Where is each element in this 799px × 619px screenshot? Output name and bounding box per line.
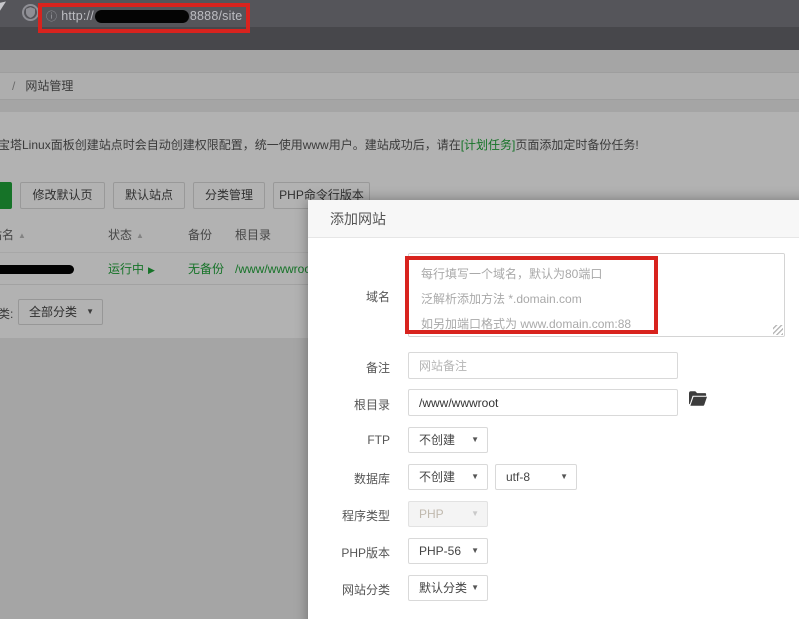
modal-title: 添加网站 [308, 200, 799, 238]
ftp-label: FTP [308, 433, 390, 447]
folder-icon [689, 391, 707, 406]
note-label: 备注 [308, 359, 390, 376]
domain-textarea[interactable] [408, 253, 785, 337]
database-label: 数据库 [308, 470, 390, 487]
php-version-label: PHP版本 [308, 544, 390, 561]
php-version-select[interactable]: PHP-56 ▼ [408, 538, 488, 564]
site-category-value: 默认分类 [419, 581, 467, 595]
database-select[interactable]: 不创建 ▼ [408, 464, 488, 490]
charset-select[interactable]: utf-8 ▼ [495, 464, 577, 490]
shield-icon[interactable] [22, 4, 39, 21]
database-value: 不创建 [419, 470, 455, 484]
php-version-value: PHP-56 [419, 544, 461, 558]
ftp-select[interactable]: 不创建 ▼ [408, 427, 488, 453]
root-label: 根目录 [308, 396, 390, 413]
url-suffix: 8888/site [190, 9, 243, 23]
charset-value: utf-8 [506, 470, 530, 484]
chevron-down-icon: ▼ [560, 465, 568, 489]
site-category-select[interactable]: 默认分类 ▼ [408, 575, 488, 601]
chevron-down-icon: ▼ [471, 539, 479, 563]
chevron-down-icon: ▼ [471, 428, 479, 452]
browse-folder-button[interactable] [688, 391, 708, 409]
chevron-down-icon: ▼ [471, 576, 479, 600]
site-category-label: 网站分类 [308, 581, 390, 598]
info-icon: ⓘ [46, 8, 57, 24]
root-path-input[interactable] [408, 389, 678, 416]
add-website-modal: 添加网站 域名 备注 根目录 FTP 不创建 ▼ 数据库 不创建 ▼ utf-8… [308, 200, 799, 619]
chevron-down-icon: ▼ [471, 502, 479, 526]
program-type-value: PHP [419, 507, 444, 521]
ftp-value: 不创建 [419, 433, 455, 447]
note-input[interactable] [408, 352, 678, 379]
program-type-label: 程序类型 [308, 507, 390, 524]
program-type-select: PHP ▼ [408, 501, 488, 527]
address-bar[interactable]: ⓘ http:// 8888/site [46, 8, 242, 24]
chevron-down-icon: ▼ [471, 465, 479, 489]
browser-toolbar [0, 27, 799, 50]
browser-chrome: ◤ ⓘ http:// 8888/site [0, 0, 799, 50]
url-redaction [95, 10, 189, 23]
url-prefix: http:// [61, 9, 94, 23]
domain-label: 域名 [308, 288, 390, 305]
